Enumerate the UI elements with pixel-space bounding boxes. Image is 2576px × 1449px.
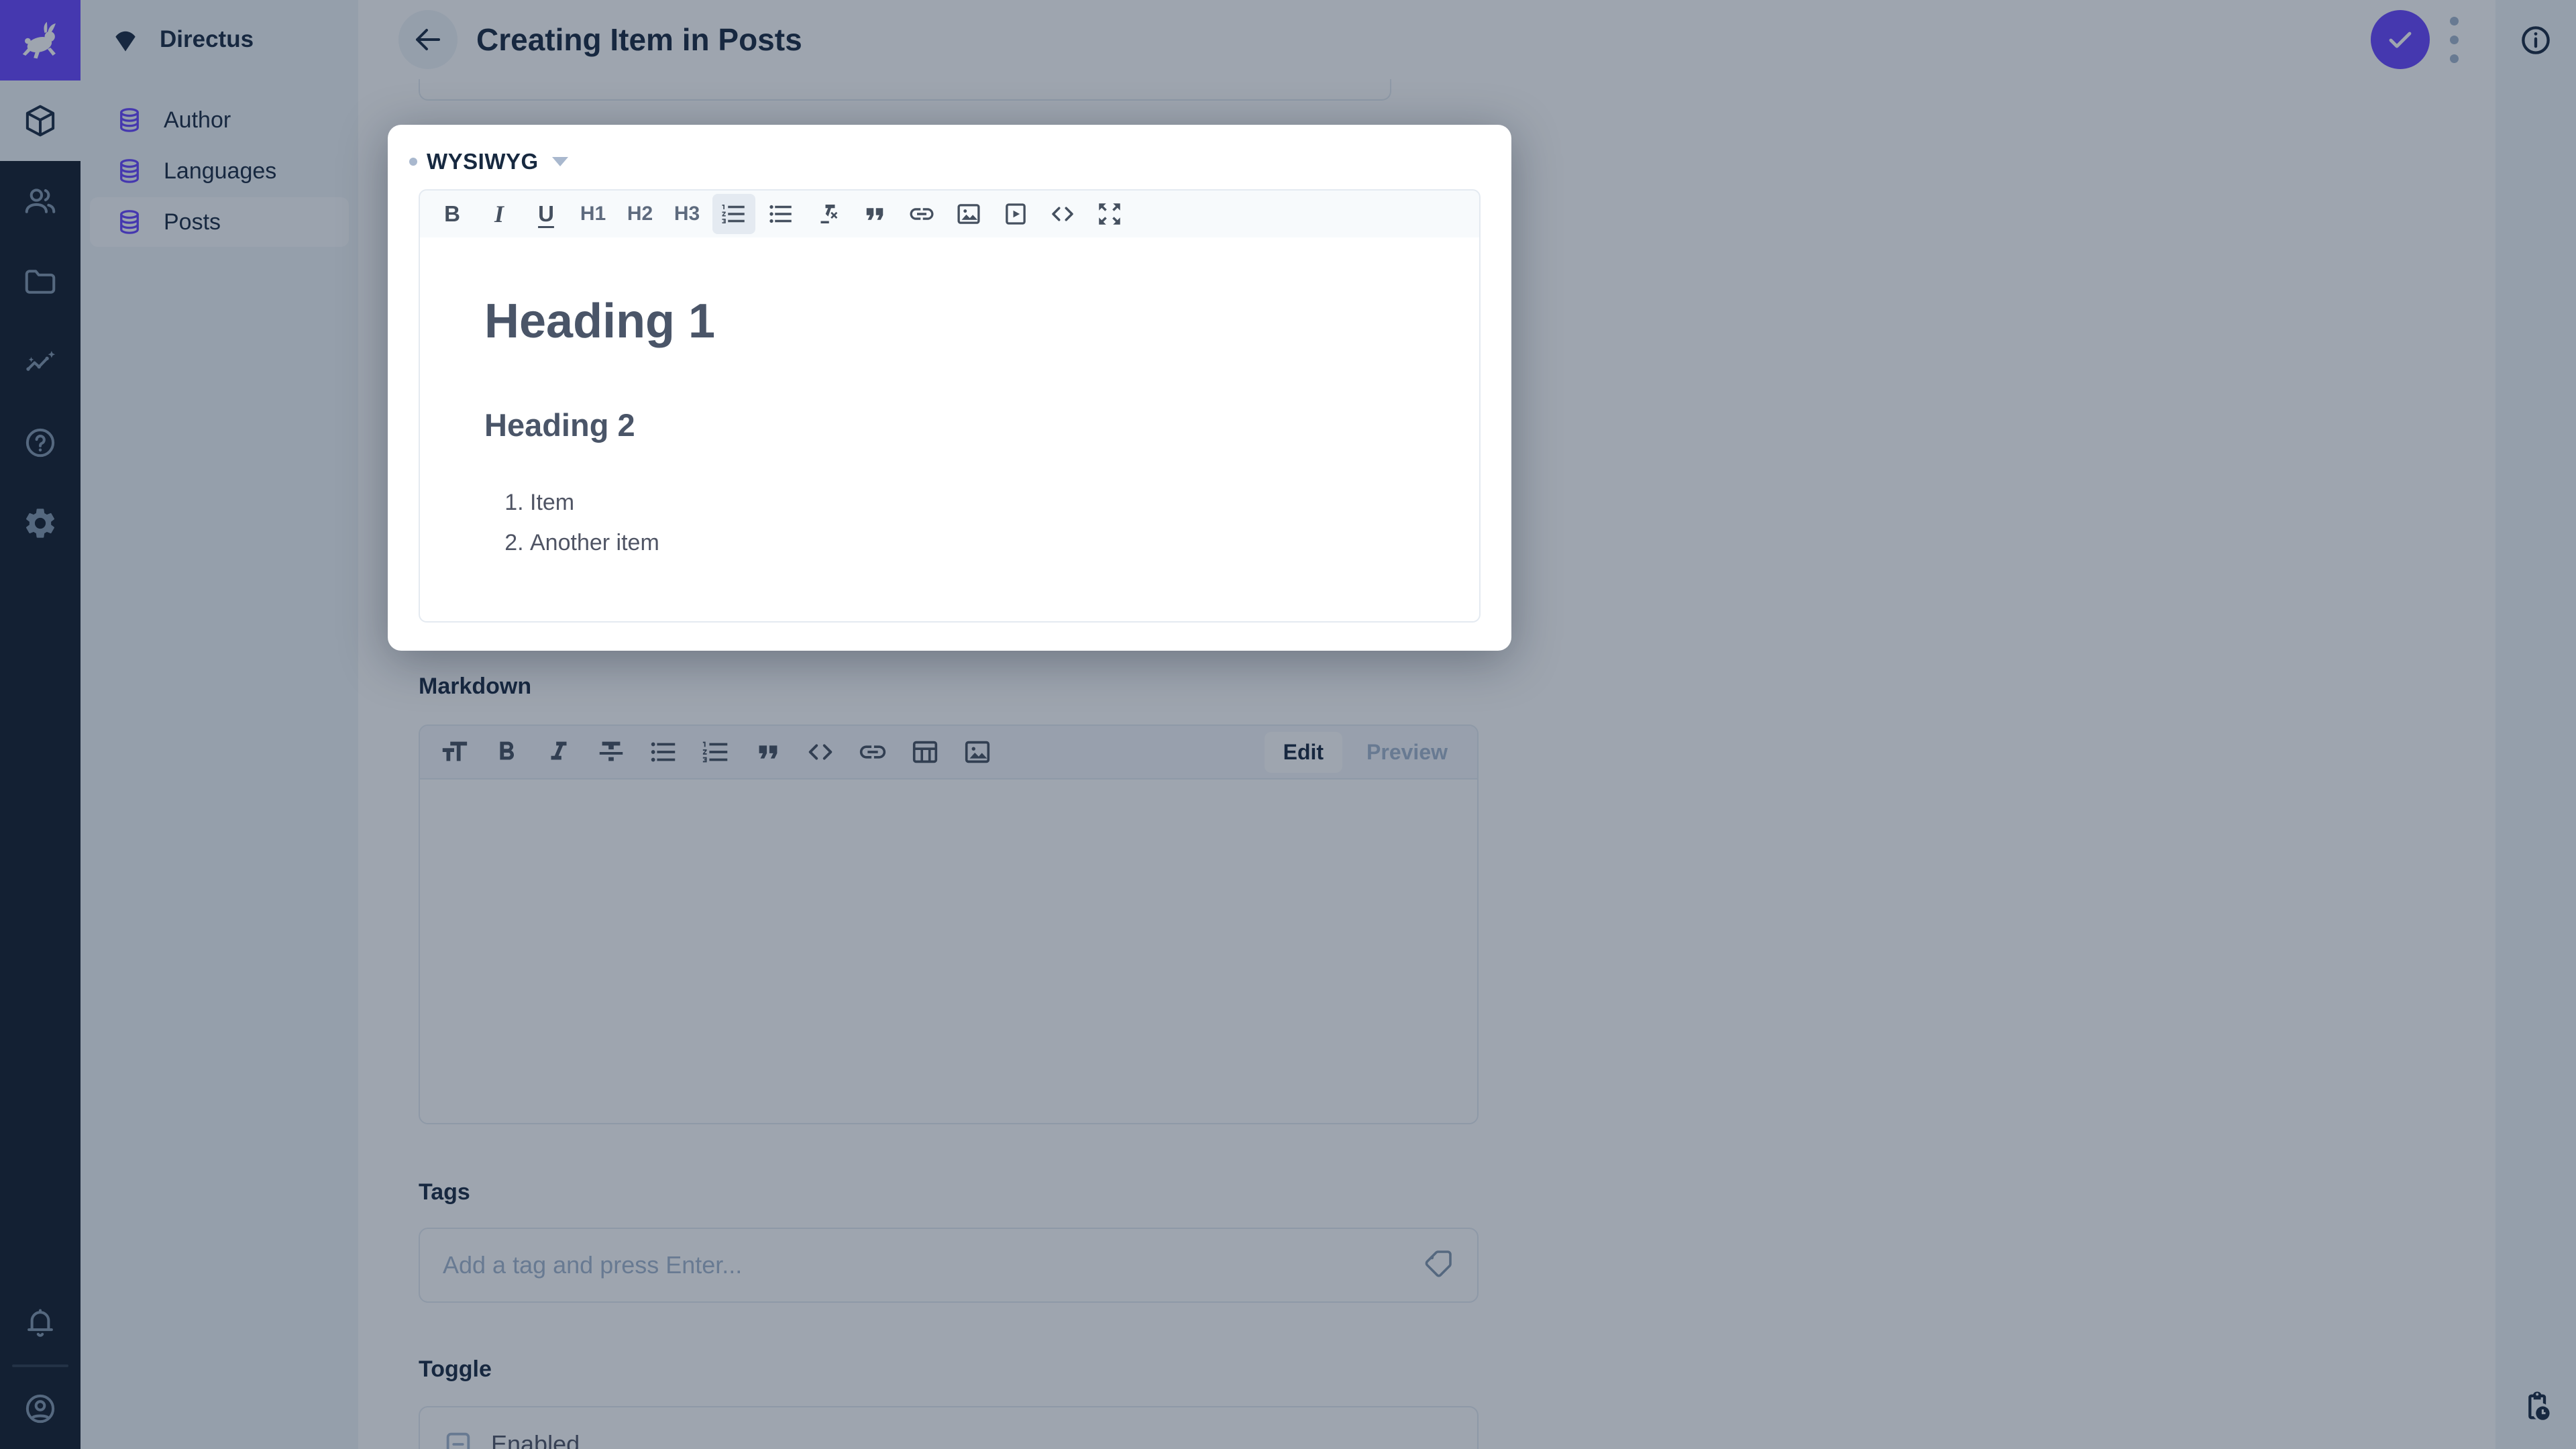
wysiwyg-label: WYSIWYG — [427, 149, 539, 174]
edited-dot — [409, 158, 417, 166]
list-item: Item — [530, 486, 1415, 519]
numbered-list-button[interactable] — [712, 194, 755, 234]
image-icon — [957, 204, 980, 224]
app-root: Directus Author Languages Posts Creating… — [0, 0, 2576, 1449]
italic-button[interactable]: I — [478, 194, 521, 234]
content-heading-2: Heading 2 — [484, 407, 635, 443]
h2-button[interactable]: H2 — [619, 194, 661, 234]
chevron-down-icon[interactable] — [551, 157, 568, 166]
fullscreen-button[interactable] — [1088, 194, 1131, 234]
wysiwyg-label-row: WYSIWYG — [409, 149, 568, 174]
code-button[interactable] — [1041, 194, 1084, 234]
content-ordered-list: Item Another item — [484, 486, 1415, 559]
code-icon — [1052, 207, 1073, 221]
numbered-list-icon — [722, 205, 745, 223]
video-icon — [1006, 203, 1026, 225]
remove-format-icon — [820, 205, 838, 223]
h1-button[interactable]: H1 — [572, 194, 614, 234]
h3-button[interactable]: H3 — [665, 194, 708, 234]
blockquote-button[interactable] — [853, 194, 896, 234]
remove-format-button[interactable] — [806, 194, 849, 234]
fullscreen-icon — [1099, 203, 1120, 225]
list-item: Another item — [530, 527, 1415, 559]
wysiwyg-toolbar: B I U H1 H2 H3 — [419, 189, 1481, 239]
bullet-list-icon — [769, 205, 792, 223]
wysiwyg-editor-content[interactable]: Heading 1 Heading 2 Item Another item — [419, 237, 1481, 623]
blockquote-icon — [866, 208, 883, 220]
content-heading-1: Heading 1 — [484, 294, 716, 348]
link-button[interactable] — [900, 194, 943, 234]
link-icon — [910, 208, 934, 220]
bullet-list-button[interactable] — [759, 194, 802, 234]
media-button[interactable] — [994, 194, 1037, 234]
underline-button[interactable]: U — [525, 194, 568, 234]
wysiwyg-field-card: WYSIWYG B I U H1 H2 H3 Heading 1 Heading… — [388, 125, 1511, 651]
bold-button[interactable]: B — [431, 194, 474, 234]
image-button[interactable] — [947, 194, 990, 234]
